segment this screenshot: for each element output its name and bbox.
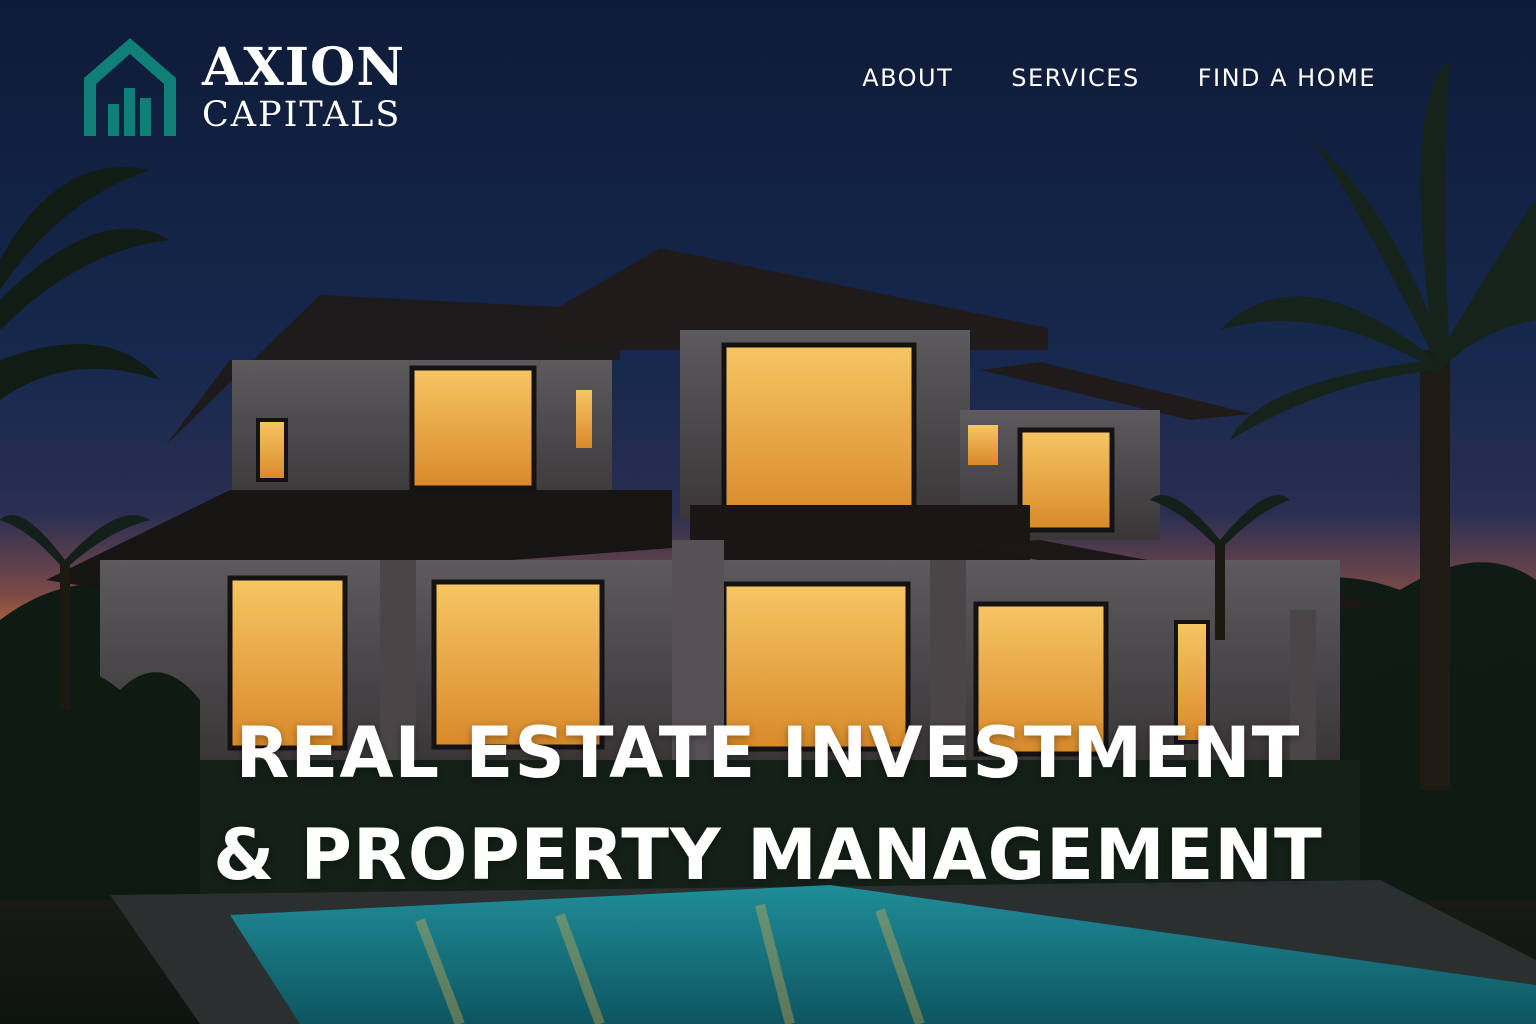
hero-headline-line2: & PROPERTY MANAGEMENT: [213, 814, 1323, 896]
brand-name-line2: CAPITALS: [202, 94, 402, 135]
main-nav: ABOUT SERVICES FIND A HOME: [862, 64, 1376, 92]
brand-logo[interactable]: AXION CAPITALS: [84, 38, 405, 136]
house-bars-icon: [84, 38, 176, 136]
nav-item-find-a-home[interactable]: FIND A HOME: [1198, 64, 1376, 92]
hero-headline-line1: REAL ESTATE INVESTMENT: [235, 712, 1301, 794]
nav-item-about[interactable]: ABOUT: [862, 64, 953, 92]
landing-page: AXION CAPITALS ABOUT SERVICES FIND A HOM…: [0, 0, 1536, 1024]
brand-name-line1: AXION: [202, 36, 405, 98]
hero-headline: REAL ESTATE INVESTMENT & PROPERTY MANAGE…: [0, 702, 1536, 906]
brand-name: AXION CAPITALS: [202, 36, 405, 135]
nav-item-services[interactable]: SERVICES: [1011, 64, 1139, 92]
